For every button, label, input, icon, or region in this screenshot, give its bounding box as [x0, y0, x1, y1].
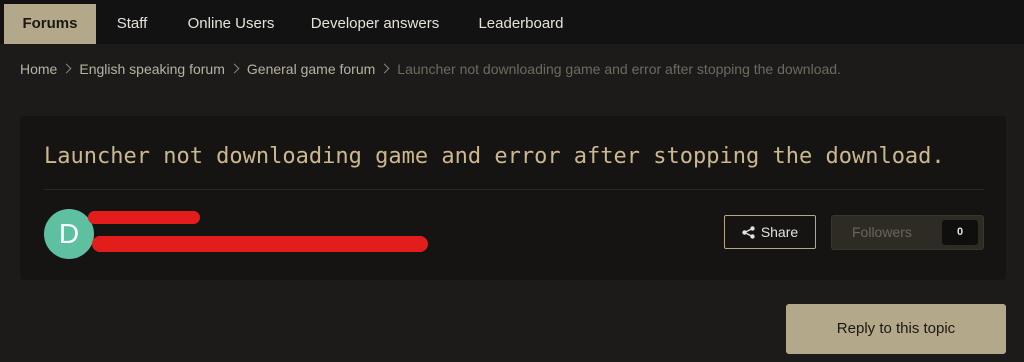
reply-to-topic-button[interactable]: Reply to this topic	[786, 304, 1006, 354]
chevron-right-icon	[61, 63, 72, 74]
divider	[44, 189, 984, 190]
top-navigation: Forums Staff Online Users Developer answ…	[0, 0, 1024, 44]
tab-online-users[interactable]: Online Users	[178, 4, 284, 44]
redacted-author-name	[88, 211, 200, 224]
followers-count-badge: 0	[942, 220, 978, 245]
breadcrumb-home[interactable]: Home	[20, 61, 57, 77]
breadcrumb-current-topic: Launcher not downloading game and error …	[397, 61, 841, 77]
breadcrumb-general-game-forum[interactable]: General game forum	[247, 61, 375, 77]
chevron-right-icon	[379, 63, 390, 74]
share-icon	[742, 226, 755, 239]
topic-header: Launcher not downloading game and error …	[20, 116, 1006, 280]
followers-button[interactable]: Followers 0	[831, 215, 984, 250]
tab-forums[interactable]: Forums	[4, 4, 96, 44]
share-label: Share	[760, 224, 799, 240]
breadcrumb: Home English speaking forum General game f…	[20, 61, 841, 79]
breadcrumb-english-speaking-forum[interactable]: English speaking forum	[79, 61, 225, 77]
topic-title: Launcher not downloading game and error …	[44, 144, 945, 169]
tab-leaderboard[interactable]: Leaderboard	[470, 4, 572, 44]
followers-label: Followers	[852, 224, 912, 240]
chevron-right-icon	[229, 63, 240, 74]
tab-developer-answers[interactable]: Developer answers	[302, 4, 448, 44]
avatar[interactable]: D	[44, 209, 94, 259]
tab-staff[interactable]: Staff	[106, 4, 158, 44]
redacted-author-meta	[92, 236, 428, 252]
share-button[interactable]: Share	[724, 215, 816, 249]
